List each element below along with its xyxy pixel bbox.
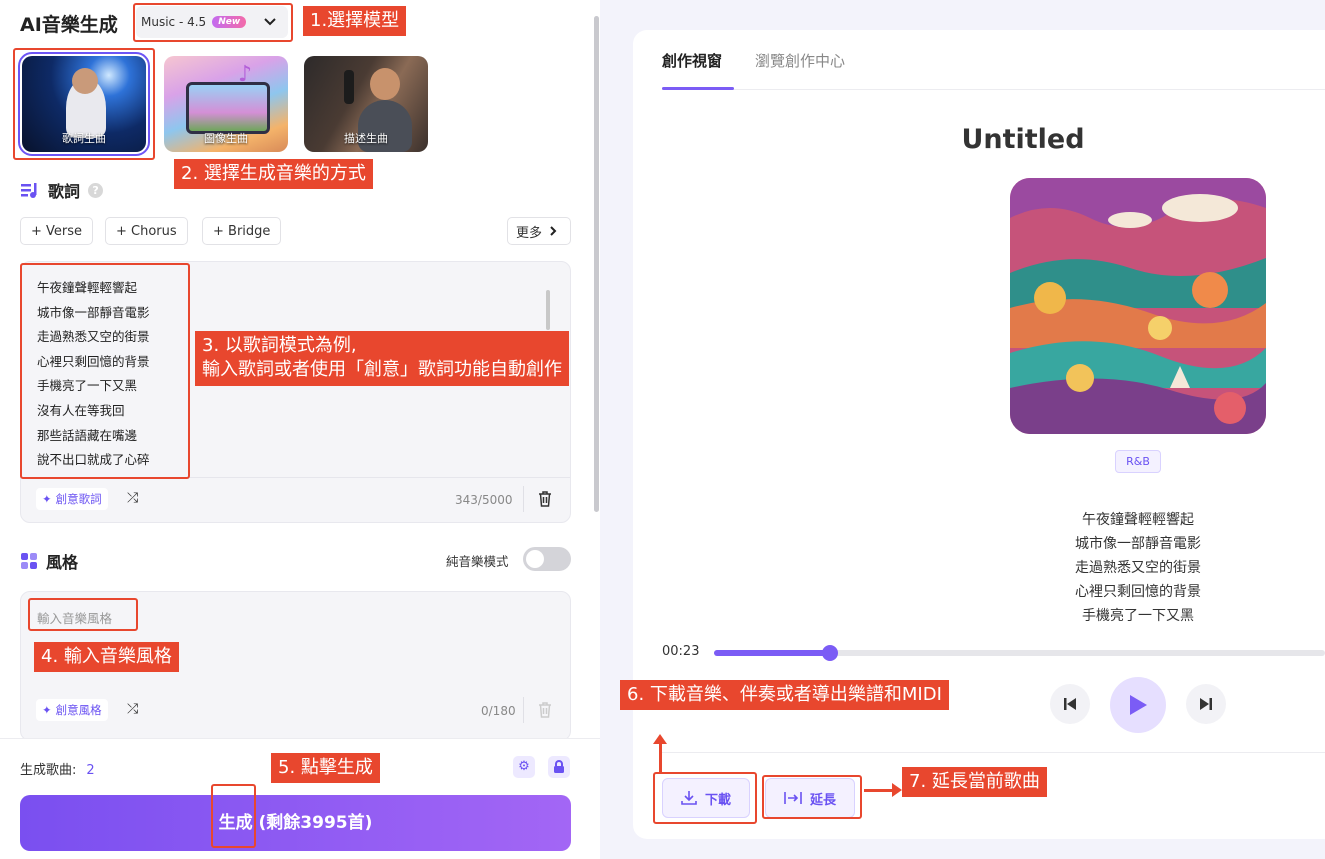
help-icon[interactable]: ? xyxy=(88,182,104,198)
annotation-3-line1: 3. 以歌詞模式為例, xyxy=(202,335,357,356)
generate-button[interactable]: 生成 (剩餘3995首) xyxy=(20,795,571,851)
progress-handle[interactable] xyxy=(822,645,839,661)
more-label: 更多 xyxy=(516,225,543,241)
annotation-3-line2: 輸入歌詞或者使用「創意」歌詞功能自動創作 xyxy=(202,359,562,381)
annotation-5: 5. 點擊生成 xyxy=(271,753,380,784)
chip-chorus[interactable]: + Chorus xyxy=(105,217,188,245)
chip-bridge[interactable]: + Bridge xyxy=(202,217,282,245)
tab-divider xyxy=(662,89,1325,90)
genre-tag: R&B xyxy=(1115,450,1161,473)
tab-active-indicator xyxy=(662,87,734,90)
play-button[interactable] xyxy=(1110,677,1166,733)
song-count-label: 生成歌曲: xyxy=(20,763,77,778)
music-note-icon: ♪ xyxy=(238,62,253,87)
divider xyxy=(523,486,524,512)
progress-fill xyxy=(714,650,831,656)
sparkle-icon: ✦ xyxy=(42,492,52,506)
shuffle-icon[interactable]: ⤮ xyxy=(127,701,138,717)
lyric-line: 午夜鐘聲輕輕響起 xyxy=(1082,512,1194,528)
progress-bar[interactable] xyxy=(714,645,1325,661)
lyrics-icon xyxy=(21,183,37,198)
song-count-value[interactable]: 2 xyxy=(86,763,94,778)
annotation-box-extend xyxy=(762,775,862,819)
annotation-box-mode xyxy=(13,48,155,160)
lyric-line: 城市像一部靜音電影 xyxy=(1075,536,1201,552)
person-head xyxy=(370,68,400,100)
play-icon xyxy=(1130,695,1147,715)
mode-label: 圖像生曲 xyxy=(204,132,248,145)
song-title: Untitled xyxy=(961,124,1085,155)
mode-card-description[interactable]: 描述生曲 xyxy=(304,56,428,152)
creative-lyrics-button[interactable]: ✦ 創意歌詞 xyxy=(36,488,108,510)
annotation-7: 7. 延長當前歌曲 xyxy=(902,767,1047,798)
shuffle-icon[interactable]: ⤮ xyxy=(127,490,138,506)
style-counter: 0/180 xyxy=(481,704,516,718)
tablet-image xyxy=(186,82,270,134)
more-button[interactable]: 更多 xyxy=(507,217,571,245)
annotation-1: 1.選擇模型 xyxy=(303,6,407,37)
cover-art xyxy=(1010,178,1266,434)
previous-button[interactable] xyxy=(1050,684,1090,724)
lyric-line: 心裡只剩回憶的背景 xyxy=(1075,584,1201,600)
chevron-right-icon xyxy=(550,226,557,236)
annotation-3: 3. 以歌詞模式為例, 輸入歌詞或者使用「創意」歌詞功能自動創作 xyxy=(195,331,569,386)
annotation-4: 4. 輸入音樂風格 xyxy=(34,642,179,673)
lyric-line: 手機亮了一下又黑 xyxy=(1082,608,1194,624)
lyrics-counter: 343/5000 xyxy=(455,493,513,507)
microphone-icon xyxy=(344,70,354,104)
annotation-box-lyrics xyxy=(20,263,190,479)
lyrics-section-title: 歌詞 ? xyxy=(20,178,104,202)
annotation-box-generate xyxy=(211,784,256,848)
sparkle-icon: ✦ xyxy=(42,703,52,717)
skip-back-icon xyxy=(1064,698,1076,710)
annotation-arrow-up xyxy=(653,734,667,772)
tab-browse[interactable]: 瀏覽創作中心 xyxy=(755,50,845,71)
instrumental-toggle[interactable] xyxy=(523,547,571,571)
creative-style-label: 創意風格 xyxy=(55,703,102,717)
annotation-6: 6. 下載音樂、伴奏或者導出樂譜和MIDI xyxy=(620,680,949,711)
style-title: 風格 xyxy=(46,553,79,572)
song-count: 生成歌曲: 2 xyxy=(20,759,95,778)
current-time: 00:23 xyxy=(662,644,700,659)
chip-verse[interactable]: + Verse xyxy=(20,217,94,245)
annotation-box-download xyxy=(653,772,757,824)
trash-icon[interactable] xyxy=(538,702,552,718)
style-section-title: 風格 xyxy=(20,549,78,573)
lyrics-title: 歌詞 xyxy=(48,182,81,201)
mode-label: 描述生曲 xyxy=(344,132,388,145)
lyrics-scrollbar[interactable] xyxy=(546,290,550,330)
settings-icon[interactable]: ⚙ xyxy=(513,756,535,778)
creative-style-button[interactable]: ✦ 創意風格 xyxy=(36,699,108,721)
lyric-line: 走過熟悉又空的街景 xyxy=(1075,560,1201,576)
annotation-box-style xyxy=(28,598,138,631)
app-title: AI音樂生成 xyxy=(20,14,118,36)
grid-icon xyxy=(21,553,37,569)
annotation-box-model xyxy=(133,3,293,42)
next-button[interactable] xyxy=(1186,684,1226,724)
trash-icon[interactable] xyxy=(538,491,552,507)
divider xyxy=(523,697,524,723)
annotation-arrow-right xyxy=(864,783,902,797)
creative-lyrics-label: 創意歌詞 xyxy=(55,492,102,506)
annotation-2: 2. 選擇生成音樂的方式 xyxy=(174,159,373,190)
preview-panel: 創作視窗 瀏覽創作中心 Untitled R&B 午夜鐘聲輕輕響起 城市像一部靜… xyxy=(633,30,1325,839)
mode-card-image[interactable]: ♪ 圖像生曲 xyxy=(164,56,288,152)
lock-icon[interactable] xyxy=(548,756,570,778)
preview-lyrics: 午夜鐘聲輕輕響起 城市像一部靜音電影 走過熟悉又空的街景 心裡只剩回憶的背景 手… xyxy=(1013,508,1263,628)
divider xyxy=(662,752,1325,753)
instrumental-label: 純音樂模式 xyxy=(446,554,509,569)
tab-create[interactable]: 創作視窗 xyxy=(662,50,722,71)
panel-scrollbar[interactable] xyxy=(594,16,599,512)
skip-forward-icon xyxy=(1200,698,1212,710)
